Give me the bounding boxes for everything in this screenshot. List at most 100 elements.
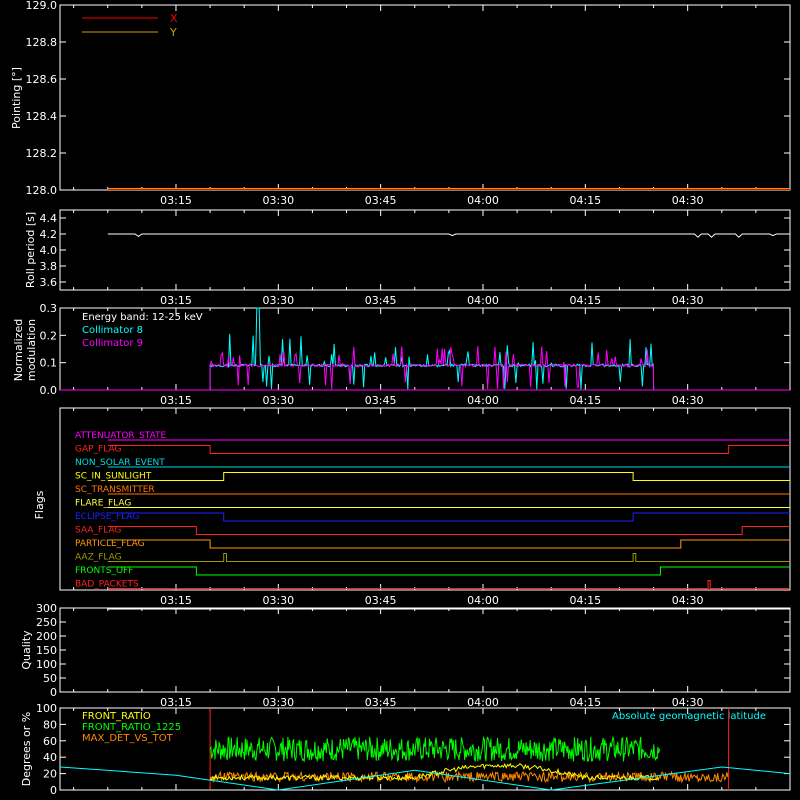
x-tick-label: 03:30 — [262, 696, 294, 709]
y-tick-label: 300 — [36, 602, 57, 615]
x-tick-label: 03:15 — [160, 294, 192, 307]
x-tick-label: 04:15 — [569, 294, 601, 307]
plot-frame — [59, 407, 791, 591]
modulation-panel: Normalized modulation Energy band: 12-25… — [12, 302, 791, 407]
y-tick-label: 0 — [50, 686, 57, 699]
y-tick-label: 128.6 — [26, 73, 58, 86]
flag-label: NON_SOLAR_EVENT — [75, 458, 165, 468]
x-tick-label: 04:30 — [672, 594, 704, 607]
x-tick-label: 04:30 — [672, 696, 704, 709]
x-tick-label: 04:15 — [569, 594, 601, 607]
x-tick-label: 04:30 — [672, 294, 704, 307]
modulation-series-line — [209, 307, 655, 391]
flag-trace — [107, 445, 790, 454]
y-tick-label: 3.6 — [40, 276, 58, 289]
flag-label: FLARE_FLAG — [75, 499, 131, 509]
y-tick-label: 0.1 — [40, 357, 58, 370]
y-tick-label: 0.3 — [40, 302, 58, 315]
y-tick-label: 0.0 — [40, 384, 58, 397]
x-tick-label: 03:30 — [262, 194, 294, 207]
x-tick-label: 04:15 — [569, 696, 601, 709]
y-tick-label: 60 — [43, 735, 57, 748]
flag-label: BAD_PACKETS — [75, 580, 139, 590]
y-tick-label: 128.0 — [26, 184, 58, 197]
flag-trace — [107, 472, 790, 481]
x-tick-label: 04:00 — [467, 696, 499, 709]
plot-frame — [59, 209, 791, 291]
y-tick-label: 0 — [50, 784, 57, 797]
flag-trace — [107, 526, 790, 535]
y-tick-label: 50 — [43, 672, 57, 685]
y-tick-label: 4.4 — [40, 212, 58, 225]
legend-geomagnetic-latitude: Absolute geomagnetic latitude — [612, 711, 766, 722]
x-tick-label: 03:30 — [262, 394, 294, 407]
y-tick-label: 128.2 — [26, 147, 58, 160]
x-tick-label: 04:00 — [467, 594, 499, 607]
x-tick-label: 04:00 — [467, 294, 499, 307]
ratios-ylabel: Degrees or % — [20, 712, 33, 786]
x-tick-label: 03:45 — [365, 696, 397, 709]
x-tick-label: 04:00 — [467, 194, 499, 207]
x-tick-label: 03:45 — [365, 194, 397, 207]
energy-band-label: Energy band: 12-25 keV — [82, 312, 203, 323]
roll-ylabel: Roll period [s] — [24, 212, 37, 288]
flags-panel: Flags 03:15 03:30 03:45 04:00 04:15 04:30 ATTE… — [33, 407, 791, 607]
x-tick-label: 04:15 — [569, 394, 601, 407]
flag-label: GAP_FLAG — [75, 445, 121, 455]
flag-label: ECLIPSE_FLAG — [75, 512, 139, 522]
modulation-series-line — [209, 346, 655, 391]
front-ratio-1225-line — [209, 735, 661, 763]
x-tick-label: 03:45 — [365, 294, 397, 307]
modulation-ylabel-line1: Normalized — [12, 319, 25, 381]
flag-trace — [107, 539, 790, 549]
legend-x-label: X — [170, 12, 178, 25]
flag-label: SC_IN_SUNLIGHT — [75, 472, 152, 482]
legend-collimator-9: Collimator 9 — [82, 338, 143, 349]
y-tick-label: 40 — [43, 751, 57, 764]
y-tick-label: 100 — [36, 702, 57, 715]
modulation-ylabel-line2: modulation — [25, 319, 38, 381]
pointing-panel: Pointing [°] X Y 03:15 03:30 03:45 04:00 04:… — [10, 0, 791, 207]
y-tick-label: 250 — [36, 616, 57, 629]
y-tick-label: 100 — [36, 658, 57, 671]
legend-y-label: Y — [169, 26, 177, 39]
legend-front-ratio-1225: FRONT_RATIO_1225 — [82, 722, 181, 733]
flags-ylabel: Flags — [33, 490, 46, 519]
ratios-panel: Degrees or % FRONT_RATIO FRONT_RATIO_122… — [20, 702, 791, 797]
flag-trace — [107, 512, 790, 522]
y-tick-label: 3.8 — [40, 260, 58, 273]
flag-label: PARTICLE_FLAG — [75, 539, 145, 549]
roll-panel: Roll period [s] 03:15 03:30 03:45 04:00 04:1… — [24, 209, 791, 307]
flag-label: ATTENUATOR_STATE — [75, 431, 167, 441]
pointing-ylabel: Pointing [°] — [10, 67, 23, 129]
flag-trace — [107, 553, 790, 562]
quality-ylabel: Quality — [20, 630, 33, 670]
x-tick-label: 04:30 — [672, 394, 704, 407]
y-tick-label: 150 — [36, 644, 57, 657]
flag-label: SAA_FLAG — [75, 526, 121, 536]
flag-label: SC_TRANSMITTER — [75, 485, 155, 495]
y-tick-label: 200 — [36, 630, 57, 643]
x-tick-label: 03:15 — [160, 194, 192, 207]
quality-panel: Quality 03:15 03:30 03:45 04:00 04:15 04:30 05… — [20, 602, 791, 709]
y-tick-label: 20 — [43, 768, 57, 781]
x-tick-label: 03:30 — [262, 594, 294, 607]
flag-label: AAZ_FLAG — [75, 553, 122, 563]
y-tick-label: 129.0 — [26, 0, 58, 12]
x-tick-label: 03:45 — [365, 594, 397, 607]
legend-max-det-vs-tot: MAX_DET_VS_TOT — [82, 733, 174, 744]
legend-front-ratio: FRONT_RATIO — [82, 711, 151, 722]
plot-frame — [59, 607, 791, 693]
y-tick-label: 4.2 — [40, 228, 58, 241]
x-tick-label: 03:45 — [365, 394, 397, 407]
x-tick-label: 04:30 — [672, 194, 704, 207]
x-tick-label: 03:15 — [160, 594, 192, 607]
legend-collimator-8: Collimator 8 — [82, 325, 143, 336]
x-tick-label: 04:15 — [569, 194, 601, 207]
x-tick-label: 04:00 — [467, 394, 499, 407]
roll-period-line — [107, 233, 790, 238]
flag-trace — [107, 566, 790, 576]
x-tick-label: 03:30 — [262, 294, 294, 307]
y-tick-label: 0.2 — [40, 329, 58, 342]
figure-canvas: Pointing [°] X Y 03:15 03:30 03:45 04:00 04:… — [10, 0, 791, 797]
